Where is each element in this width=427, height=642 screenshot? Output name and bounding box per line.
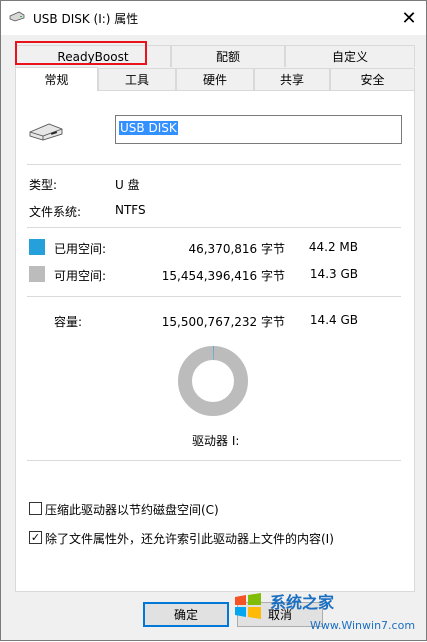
tab-customize[interactable]: 自定义 bbox=[285, 45, 415, 67]
drive-letter-label: 驱动器 I: bbox=[192, 434, 240, 448]
divider-4 bbox=[27, 460, 401, 461]
usb-drive-icon bbox=[9, 11, 25, 22]
used-space-bytes: 46,370,816 字节 bbox=[188, 242, 285, 256]
type-label: 类型: bbox=[29, 178, 58, 192]
tab-quota[interactable]: 配额 bbox=[171, 45, 285, 67]
drive-name-input[interactable]: USB DISK bbox=[115, 115, 402, 144]
tab-general[interactable]: 常规 bbox=[15, 67, 98, 91]
filesystem-label: 文件系统: bbox=[29, 205, 82, 219]
used-space-size: 44.2 MB bbox=[308, 240, 358, 254]
free-space-size: 14.3 GB bbox=[309, 267, 358, 281]
compress-label[interactable]: 压缩此驱动器以节约磁盘空间(C) bbox=[45, 501, 219, 518]
tab-sharing[interactable]: 共享 bbox=[254, 68, 330, 90]
divider-2 bbox=[27, 227, 401, 228]
filesystem-value: NTFS bbox=[115, 203, 146, 217]
windows-logo-icon bbox=[235, 593, 261, 619]
divider-1 bbox=[27, 164, 401, 165]
divider-3 bbox=[27, 296, 401, 297]
drive-icon bbox=[29, 123, 63, 141]
usage-donut-chart bbox=[178, 346, 248, 416]
close-icon: ✕ bbox=[401, 7, 417, 29]
tab-hardware[interactable]: 硬件 bbox=[176, 68, 254, 90]
capacity-label: 容量: bbox=[54, 315, 83, 329]
check-icon: ✓ bbox=[30, 531, 41, 544]
tab-readyboost[interactable]: ReadyBoost bbox=[15, 45, 171, 67]
free-space-label: 可用空间: bbox=[54, 269, 107, 283]
watermark-brand: 系统之家 bbox=[270, 593, 335, 612]
used-space-label: 已用空间: bbox=[54, 242, 107, 256]
type-value: U 盘 bbox=[115, 178, 140, 192]
index-label[interactable]: 除了文件属性外，还允许索引此驱动器上文件的内容(I) bbox=[45, 530, 334, 547]
properties-window: USB DISK (I:) 属性 ✕ ReadyBoost 配额 自定义 常规 … bbox=[0, 0, 427, 641]
tab-tools[interactable]: 工具 bbox=[98, 68, 176, 90]
close-button[interactable]: ✕ bbox=[392, 1, 426, 35]
compress-checkbox[interactable] bbox=[29, 502, 42, 515]
capacity-bytes: 15,500,767,232 字节 bbox=[161, 315, 285, 329]
watermark-url: Www.Winwin7.com bbox=[310, 619, 416, 632]
tab-security[interactable]: 安全 bbox=[330, 68, 415, 90]
capacity-size: 14.4 GB bbox=[309, 313, 358, 327]
watermark: 系统之家 Www.Winwin7.com bbox=[233, 585, 427, 642]
used-space-swatch bbox=[29, 239, 45, 255]
free-space-arc bbox=[178, 346, 248, 416]
free-space-bytes: 15,454,396,416 字节 bbox=[161, 269, 285, 283]
ok-button[interactable]: 确定 bbox=[143, 602, 229, 627]
window-title: USB DISK (I:) 属性 bbox=[33, 12, 139, 26]
free-space-swatch bbox=[29, 266, 45, 282]
index-checkbox[interactable]: ✓ bbox=[29, 531, 42, 544]
title-bar: USB DISK (I:) 属性 ✕ bbox=[1, 1, 426, 35]
